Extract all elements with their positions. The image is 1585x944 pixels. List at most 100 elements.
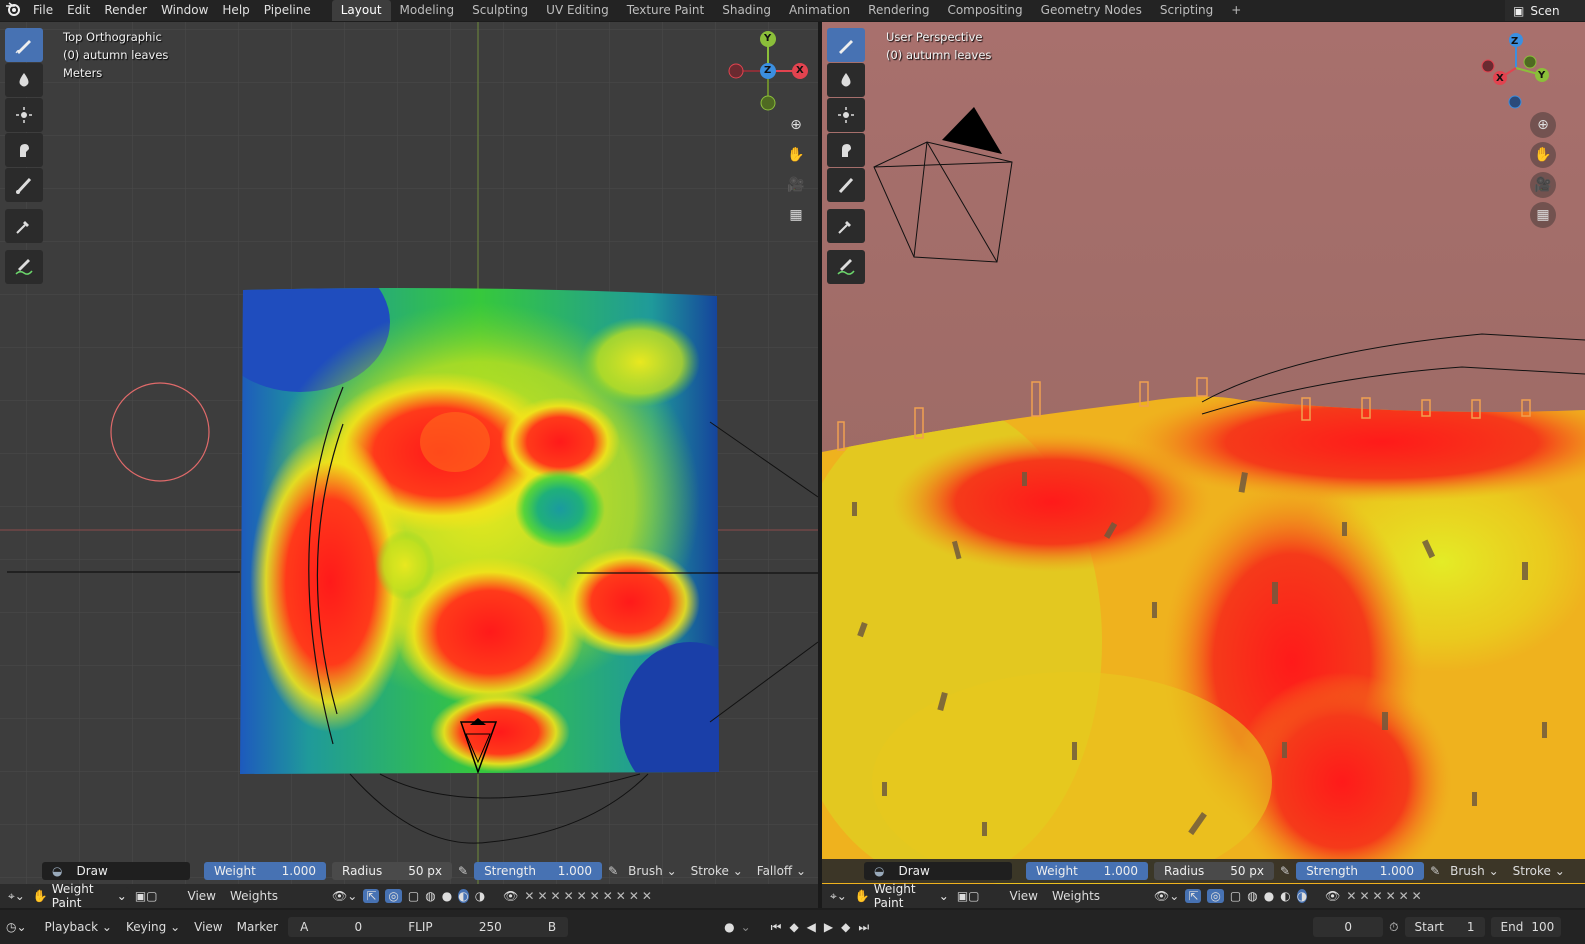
pressure-pen-icon[interactable]: ✎ xyxy=(458,864,468,878)
gizmo-toggle-icon[interactable]: ⇱ xyxy=(1185,889,1202,903)
left-viewport[interactable]: Top Orthographic (0) autumn leaves Meter… xyxy=(0,22,818,908)
radius-field[interactable]: Radius 50 px xyxy=(1154,862,1274,880)
menu-file[interactable]: File xyxy=(26,0,60,21)
shading-rendered-icon[interactable]: ◑ xyxy=(1296,889,1308,903)
tab-geometry-nodes[interactable]: Geometry Nodes xyxy=(1032,0,1151,21)
flip-range-widget[interactable]: A 0 FLIP 250 B xyxy=(288,917,569,937)
blender-logo-icon[interactable] xyxy=(0,1,26,20)
tab-rendering[interactable]: Rendering xyxy=(859,0,938,21)
start-frame-field[interactable]: Start 1 xyxy=(1404,917,1485,937)
record-icon[interactable]: ● xyxy=(724,920,734,934)
tab-animation[interactable]: Animation xyxy=(780,0,859,21)
zoom-icon[interactable]: ⊕ xyxy=(1530,112,1556,138)
camera-icon[interactable]: 🎥 xyxy=(783,172,809,198)
mode-selector[interactable]: ✋ Weight Paint ⌄ xyxy=(30,882,129,908)
menu-edit[interactable]: Edit xyxy=(60,0,97,21)
shading-material-icon[interactable]: ◐ xyxy=(458,889,469,903)
smear-tool[interactable] xyxy=(827,133,865,167)
weights-menu[interactable]: Weights xyxy=(226,889,282,903)
current-frame-field[interactable]: 0 xyxy=(1313,917,1384,937)
blur-tool[interactable] xyxy=(827,63,865,97)
scene-selector[interactable]: ▣ Scen xyxy=(1505,0,1585,21)
editor-type-timeline-icon[interactable]: ◷⌄ xyxy=(6,920,27,934)
shading-material-icon[interactable]: ◐ xyxy=(1280,889,1290,903)
pressure-pen-icon[interactable]: ✎ xyxy=(1280,864,1290,878)
visibility-eye-icon[interactable]: 👁 xyxy=(503,889,518,903)
mask-toggle-icon[interactable]: ▣▢ xyxy=(135,889,158,903)
right-viewport[interactable]: User Perspective (0) autumn leaves Z Y X… xyxy=(822,22,1585,908)
stroke-menu[interactable]: Stroke ⌄ xyxy=(1509,864,1569,878)
playback-controls[interactable]: ⏮◆◀▶◆⏭ xyxy=(771,920,878,935)
overlay-toggle-icon[interactable]: ◎ xyxy=(1207,889,1224,903)
view-menu[interactable]: View xyxy=(184,889,220,903)
tab-uv-editing[interactable]: UV Editing xyxy=(537,0,618,21)
shading-wire-icon[interactable]: ◍ xyxy=(425,889,435,903)
tab-texture-paint[interactable]: Texture Paint xyxy=(618,0,713,21)
tab-compositing[interactable]: Compositing xyxy=(938,0,1031,21)
tab-sculpting[interactable]: Sculpting xyxy=(463,0,537,21)
visibility-eye-icon[interactable]: 👁 xyxy=(1325,889,1340,903)
mask-toggle-icon[interactable]: ▣▢ xyxy=(957,889,980,903)
weights-menu[interactable]: Weights xyxy=(1048,889,1104,903)
gradient-tool[interactable] xyxy=(827,168,865,202)
view-menu[interactable]: View xyxy=(1006,889,1042,903)
draw-brush-tool[interactable] xyxy=(5,28,43,62)
perspective-grid-icon[interactable]: ▦ xyxy=(1530,202,1556,228)
sample-weight-tool[interactable] xyxy=(5,209,43,243)
keyframe-type-icon[interactable]: ⌄ xyxy=(741,920,751,934)
average-tool[interactable] xyxy=(827,98,865,132)
visibility-icon[interactable]: 👁⌄ xyxy=(1154,889,1179,903)
strength-slider[interactable]: Strength 1.000 xyxy=(474,862,603,880)
brush-selector[interactable]: ◒ Draw xyxy=(42,862,190,880)
end-frame-field[interactable]: End 100 xyxy=(1490,917,1561,937)
smear-tool[interactable] xyxy=(5,133,43,167)
sample-weight-tool[interactable] xyxy=(827,209,865,243)
shading-solid-icon[interactable]: ● xyxy=(1264,889,1274,903)
tab-layout[interactable]: Layout xyxy=(331,0,391,21)
weight-slider[interactable]: Weight 1.000 xyxy=(1026,862,1148,880)
xray-icon[interactable]: ▢ xyxy=(1230,889,1241,903)
tab-scripting[interactable]: Scripting xyxy=(1151,0,1222,21)
strength-slider[interactable]: Strength 1.000 xyxy=(1296,862,1425,880)
overlay-toggle-icon[interactable]: ◎ xyxy=(385,889,402,903)
visibility-icon[interactable]: 👁⌄ xyxy=(332,889,357,903)
camera-icon[interactable]: 🎥 xyxy=(1530,172,1556,198)
annotate-tool[interactable] xyxy=(5,250,43,284)
pressure-pen-icon-2[interactable]: ✎ xyxy=(608,864,618,878)
brush-menu[interactable]: Brush ⌄ xyxy=(624,864,681,878)
blur-tool[interactable] xyxy=(5,63,43,97)
gradient-tool[interactable] xyxy=(5,168,43,202)
shading-rendered-icon[interactable]: ◑ xyxy=(475,889,485,903)
falloff-menu[interactable]: Falloff ⌄ xyxy=(753,864,810,878)
draw-brush-tool[interactable] xyxy=(827,28,865,62)
grid-icon[interactable]: ▦ xyxy=(783,202,809,228)
radius-field[interactable]: Radius 50 px xyxy=(332,862,452,880)
brush-selector[interactable]: ◒ Draw xyxy=(864,862,1012,880)
shading-wire-icon[interactable]: ◍ xyxy=(1247,889,1257,903)
editor-type-icon[interactable]: ⌖⌄ xyxy=(830,889,847,904)
menu-pipeline[interactable]: Pipeline xyxy=(257,0,318,21)
stroke-menu[interactable]: Stroke ⌄ xyxy=(687,864,747,878)
annotate-tool[interactable] xyxy=(827,250,865,284)
channel-toggles[interactable]: ✕✕✕✕✕✕ xyxy=(1346,889,1424,903)
tab-shading[interactable]: Shading xyxy=(713,0,780,21)
channel-toggles[interactable]: ✕✕✕✕✕✕✕✕✕✕ xyxy=(524,889,655,903)
menu-help[interactable]: Help xyxy=(215,0,256,21)
brush-menu[interactable]: Brush ⌄ xyxy=(1446,864,1503,878)
gizmo-toggle-icon[interactable]: ⇱ xyxy=(363,889,380,903)
menu-window[interactable]: Window xyxy=(154,0,215,21)
keying-menu[interactable]: Keying ⌄ xyxy=(122,920,184,934)
xray-icon[interactable]: ▢ xyxy=(408,889,419,903)
average-tool[interactable] xyxy=(5,98,43,132)
pan-hand-icon[interactable]: ✋ xyxy=(1530,142,1556,168)
stopwatch-icon[interactable]: ⏱ xyxy=(1389,920,1398,935)
marker-menu[interactable]: Marker xyxy=(233,920,282,934)
pan-hand-icon[interactable]: ✋ xyxy=(783,142,809,168)
playback-menu[interactable]: Playback ⌄ xyxy=(41,920,116,934)
tab-modeling[interactable]: Modeling xyxy=(391,0,464,21)
shading-solid-icon[interactable]: ● xyxy=(442,889,452,903)
add-workspace-button[interactable]: + xyxy=(1222,0,1250,21)
mode-selector[interactable]: ✋ Weight Paint ⌄ xyxy=(852,882,951,908)
timeline-view-menu[interactable]: View xyxy=(190,920,226,934)
weight-slider[interactable]: Weight 1.000 xyxy=(204,862,326,880)
